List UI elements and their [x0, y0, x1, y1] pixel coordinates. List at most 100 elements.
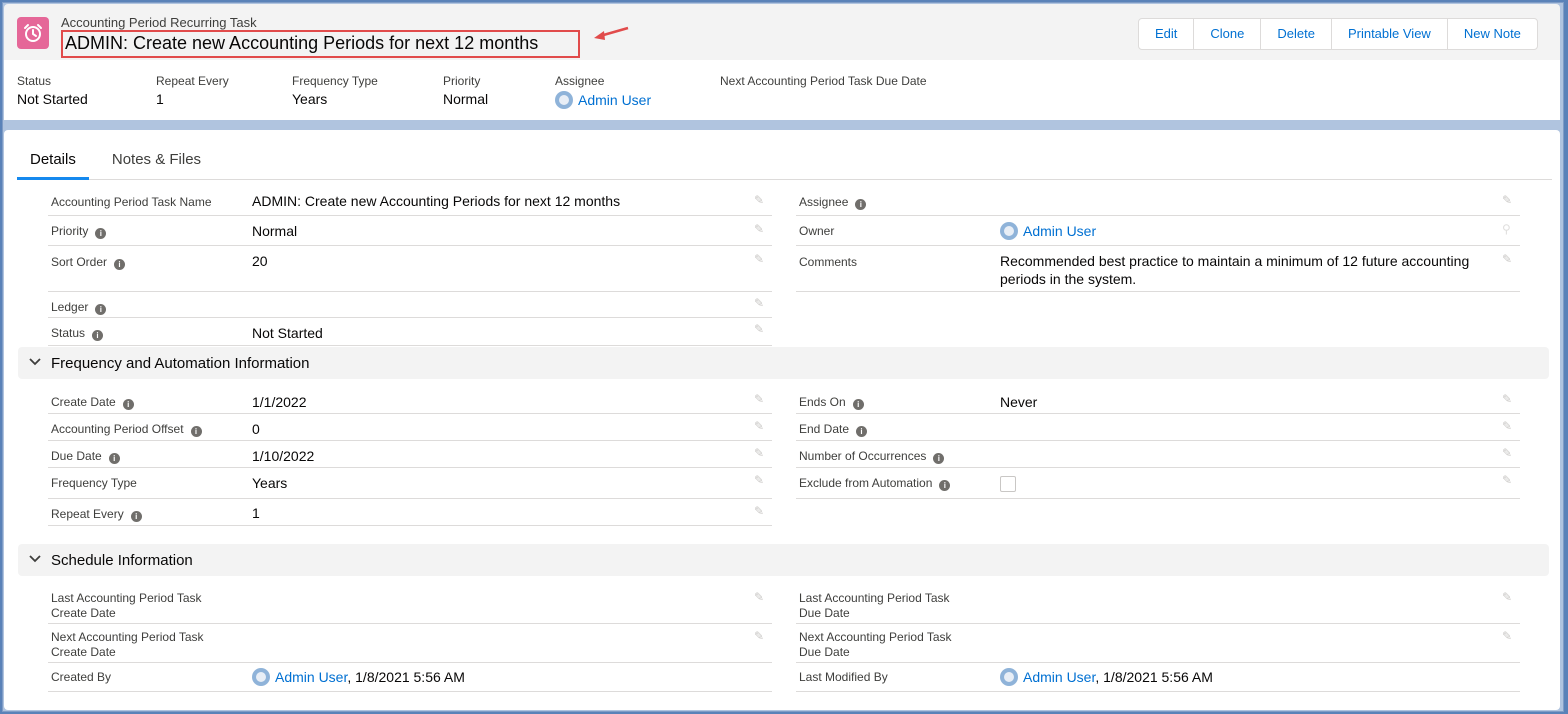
record-header: Accounting Period Recurring Task ADMIN: …: [4, 4, 1560, 120]
pencil-icon[interactable]: ✎: [754, 253, 766, 265]
owner-link[interactable]: Admin User: [1023, 223, 1096, 239]
delete-button[interactable]: Delete: [1261, 19, 1332, 49]
field-label: Priority i: [51, 224, 107, 239]
field-label-text: Due Date: [51, 449, 102, 463]
pencil-icon[interactable]: ✎: [1502, 591, 1514, 603]
field-value: Admin User: [1000, 222, 1096, 240]
info-icon[interactable]: i: [95, 304, 107, 315]
info-icon[interactable]: i: [933, 453, 945, 464]
printable-view-button[interactable]: Printable View: [1332, 19, 1448, 49]
field-label: Created By: [51, 670, 112, 684]
chevron-down-icon: [29, 555, 41, 563]
field-label-text: Create Date: [51, 395, 116, 409]
highlight-assignee: Assignee Admin User: [555, 74, 651, 109]
field-next-task-create-date: Next Accounting Period Task Create Date ✎: [48, 624, 772, 663]
info-icon[interactable]: i: [108, 453, 120, 464]
highlight-next-due: Next Accounting Period Task Due Date: [720, 74, 927, 91]
action-button-group: Edit Clone Delete Printable View New Not…: [1138, 18, 1538, 50]
edit-button[interactable]: Edit: [1139, 19, 1195, 49]
field-label: Status i: [51, 326, 104, 341]
pencil-icon[interactable]: ✎: [754, 630, 766, 642]
field-value: Admin User, 1/8/2021 5:56 AM: [252, 668, 465, 686]
section-title: Frequency and Automation Information: [51, 355, 310, 372]
field-label: Comments: [799, 255, 858, 269]
chevron-down-icon: [29, 358, 41, 366]
pencil-icon[interactable]: ✎: [754, 194, 766, 206]
info-icon[interactable]: i: [95, 228, 107, 239]
pencil-icon[interactable]: ✎: [1502, 393, 1514, 405]
field-label: Accounting Period Task Name: [51, 195, 212, 209]
info-icon[interactable]: i: [114, 259, 126, 270]
field-repeat-every: Repeat Every i 1 ✎: [48, 499, 772, 526]
field-label-line: Next Accounting Period Task: [51, 630, 204, 644]
highlight-repeat-every: Repeat Every 1: [156, 74, 229, 107]
highlight-value: 1: [156, 91, 164, 107]
alarm-clock-icon: [17, 17, 49, 49]
field-label-line: Due Date: [799, 606, 850, 620]
new-note-button[interactable]: New Note: [1448, 19, 1537, 49]
field-value: [1000, 476, 1016, 496]
pencil-icon[interactable]: ✎: [1502, 253, 1514, 265]
exclude-checkbox[interactable]: [1000, 476, 1016, 492]
pencil-icon[interactable]: ✎: [754, 591, 766, 603]
info-icon[interactable]: i: [130, 511, 142, 522]
created-by-link[interactable]: Admin User: [275, 669, 347, 685]
user-avatar-icon: [555, 91, 573, 109]
field-value: Not Started: [252, 325, 323, 341]
field-priority: Priority i Normal ✎: [48, 216, 772, 246]
info-icon[interactable]: i: [92, 330, 104, 341]
field-label-line: Last Accounting Period Task: [51, 591, 202, 605]
info-icon[interactable]: i: [939, 480, 951, 491]
field-label-line: Create Date: [51, 606, 116, 620]
modified-by-link[interactable]: Admin User: [1023, 669, 1095, 685]
field-create-date: Create Date i 1/1/2022 ✎: [48, 387, 772, 414]
pencil-icon[interactable]: ✎: [754, 323, 766, 335]
info-icon[interactable]: i: [122, 399, 134, 410]
pencil-icon[interactable]: ✎: [1502, 447, 1514, 459]
assignee-link[interactable]: Admin User: [578, 92, 651, 108]
field-value: Recommended best practice to maintain a …: [1000, 253, 1470, 287]
field-label: Ledger i: [51, 300, 107, 315]
tab-notes-files[interactable]: Notes & Files: [112, 142, 201, 180]
info-icon[interactable]: i: [855, 199, 867, 210]
pencil-icon[interactable]: ✎: [754, 297, 766, 309]
field-value: ADMIN: Create new Accounting Periods for…: [252, 193, 621, 209]
pencil-icon[interactable]: ✎: [1502, 630, 1514, 642]
field-value: Normal: [252, 223, 298, 239]
field-label-text: Number of Occurrences: [799, 449, 927, 463]
tab-details[interactable]: Details: [17, 142, 89, 180]
info-icon[interactable]: i: [190, 426, 202, 437]
pencil-icon[interactable]: ✎: [754, 393, 766, 405]
field-next-task-due-date: Next Accounting Period Task Due Date ✎: [796, 624, 1520, 663]
created-date: , 1/8/2021 5:56 AM: [347, 669, 465, 685]
field-status: Status i Not Started ✎: [48, 318, 772, 346]
section-schedule-header[interactable]: Schedule Information: [18, 544, 1549, 576]
pencil-icon[interactable]: ✎: [754, 505, 766, 517]
pencil-icon[interactable]: ✎: [754, 447, 766, 459]
pencil-icon[interactable]: ✎: [1502, 420, 1514, 432]
field-occurrences: Number of Occurrences i ✎: [796, 441, 1520, 468]
field-assignee: Assignee i ✎: [796, 188, 1520, 216]
pencil-icon[interactable]: ✎: [754, 474, 766, 486]
object-type-label: Accounting Period Recurring Task: [61, 15, 257, 30]
field-label-text: Exclude from Automation: [799, 476, 933, 490]
field-label: Exclude from Automation i: [799, 476, 951, 491]
highlight-value: Not Started: [17, 91, 88, 107]
pencil-icon[interactable]: ✎: [754, 420, 766, 432]
clone-button[interactable]: Clone: [1194, 19, 1262, 49]
field-label: End Date i: [799, 422, 868, 437]
info-icon[interactable]: i: [856, 426, 868, 437]
pencil-icon[interactable]: ✎: [1502, 194, 1514, 206]
info-icon[interactable]: i: [852, 399, 864, 410]
field-label: Frequency Type: [51, 476, 137, 490]
pencil-icon[interactable]: ✎: [754, 223, 766, 235]
field-label: Next Accounting Period Task Create Date: [51, 630, 204, 660]
pencil-icon[interactable]: ✎: [1502, 474, 1514, 486]
field-label: Repeat Every i: [51, 507, 142, 522]
field-label-text: Sort Order: [51, 255, 108, 269]
field-task-name: Accounting Period Task Name ADMIN: Creat…: [48, 188, 772, 216]
field-label-line: Last Accounting Period Task: [799, 591, 950, 605]
section-frequency-header[interactable]: Frequency and Automation Information: [18, 347, 1549, 379]
field-label-line: Due Date: [799, 645, 850, 659]
change-owner-icon[interactable]: ⚲: [1502, 223, 1514, 235]
